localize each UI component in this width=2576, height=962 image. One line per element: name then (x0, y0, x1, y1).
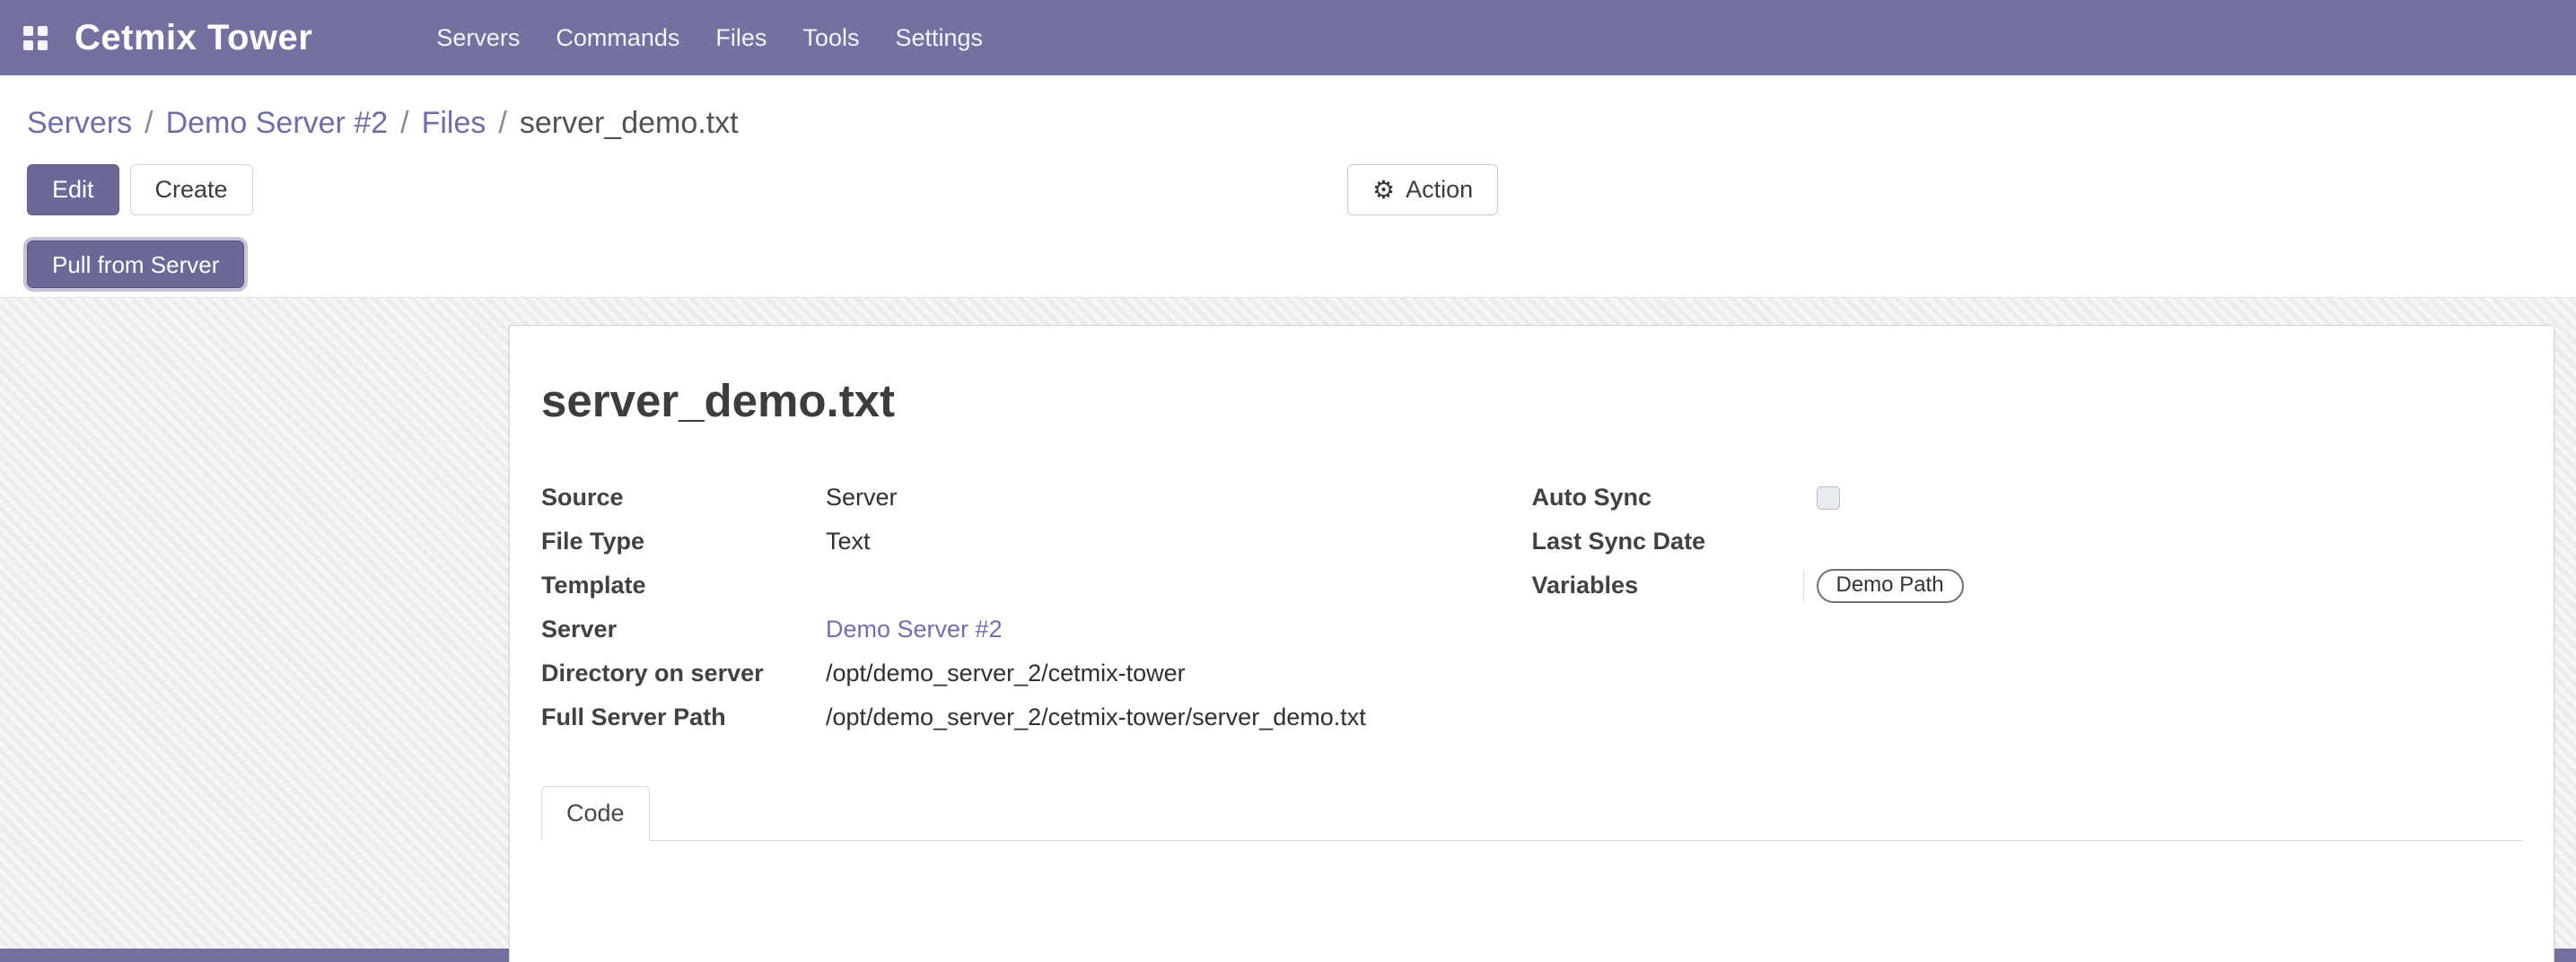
breadcrumb-current: server_demo.txt (520, 106, 739, 141)
breadcrumb-separator: / (145, 106, 153, 141)
notebook: Code (541, 786, 2522, 841)
form-view-content: server_demo.txt Source Server File Type … (0, 297, 2576, 962)
field-template: Template (541, 564, 1532, 608)
fields-grid: Source Server File Type Text Template Se… (541, 476, 2522, 739)
field-source: Source Server (541, 476, 1532, 520)
pull-from-server-button[interactable]: Pull from Server (27, 240, 244, 288)
auto-sync-checkbox[interactable] (1817, 486, 1840, 510)
action-menu-label: Action (1406, 178, 1473, 202)
field-last-sync-date: Last Sync Date (1532, 520, 2523, 564)
field-label: Variables (1532, 572, 1817, 599)
field-value: Text (826, 528, 871, 555)
tab-code[interactable]: Code (541, 786, 650, 841)
main-menu: Servers Commands Files Tools Settings (418, 0, 1001, 75)
field-value: /opt/demo_server_2/cetmix-tower (826, 660, 1186, 687)
field-directory-on-server: Directory on server /opt/demo_server_2/c… (541, 652, 1532, 695)
field-server: Server Demo Server #2 (541, 608, 1532, 652)
field-file-type: File Type Text (541, 520, 1532, 564)
fields-column-left: Source Server File Type Text Template Se… (541, 476, 1532, 739)
fields-column-right: Auto Sync Last Sync Date Variables Demo … (1532, 476, 2523, 739)
notebook-tabs: Code (541, 786, 2522, 841)
record-sheet: server_demo.txt Source Server File Type … (509, 325, 2554, 962)
field-full-server-path: Full Server Path /opt/demo_server_2/cetm… (541, 695, 1532, 739)
nav-item-servers[interactable]: Servers (418, 0, 538, 75)
field-auto-sync: Auto Sync (1532, 476, 2523, 520)
nav-item-tools[interactable]: Tools (784, 0, 877, 75)
breadcrumb-link-files[interactable]: Files (422, 106, 486, 141)
control-panel: Servers / Demo Server #2 / Files / serve… (0, 75, 2576, 297)
apps-grid-icon[interactable] (23, 26, 48, 50)
app-brand[interactable]: Cetmix Tower (74, 18, 312, 58)
field-value: /opt/demo_server_2/cetmix-tower/server_d… (826, 704, 1366, 731)
create-button[interactable]: Create (130, 164, 253, 215)
breadcrumb: Servers / Demo Server #2 / Files / serve… (0, 75, 2576, 154)
toolbar: Edit Create ⚙ Action (0, 154, 2576, 215)
breadcrumb-separator: / (400, 106, 408, 141)
field-label: Full Server Path (541, 704, 826, 731)
field-label: Server (541, 616, 826, 643)
field-label: Auto Sync (1532, 484, 1817, 512)
breadcrumb-link-servers[interactable]: Servers (27, 106, 132, 141)
breadcrumb-link-demo-server[interactable]: Demo Server #2 (166, 106, 389, 141)
action-menu-button[interactable]: ⚙ Action (1347, 164, 1498, 215)
breadcrumb-separator: / (498, 106, 506, 141)
apps-grid-square (23, 26, 33, 36)
nav-item-commands[interactable]: Commands (538, 0, 697, 75)
object-buttons-row: Pull from Server (0, 215, 2576, 297)
apps-grid-square (38, 26, 48, 36)
field-variables: Variables Demo Path (1532, 564, 2523, 608)
field-value: Demo Path (1817, 569, 1964, 603)
apps-grid-square (38, 40, 48, 50)
apps-grid-square (23, 40, 33, 50)
record-title: server_demo.txt (541, 374, 2522, 427)
field-value: Server (826, 484, 898, 512)
gear-icon: ⚙ (1372, 178, 1395, 203)
field-label: File Type (541, 528, 826, 555)
server-record-link[interactable]: Demo Server #2 (826, 616, 1003, 643)
edit-button[interactable]: Edit (27, 164, 119, 215)
field-label: Directory on server (541, 660, 826, 687)
top-navbar: Cetmix Tower Servers Commands Files Tool… (0, 0, 2576, 75)
field-label: Template (541, 572, 826, 599)
nav-item-settings[interactable]: Settings (877, 0, 1001, 75)
field-value (1817, 486, 1840, 510)
field-label: Source (541, 484, 826, 512)
field-label: Last Sync Date (1532, 528, 1817, 555)
nav-item-files[interactable]: Files (697, 0, 784, 75)
variable-tag[interactable]: Demo Path (1817, 569, 1964, 603)
